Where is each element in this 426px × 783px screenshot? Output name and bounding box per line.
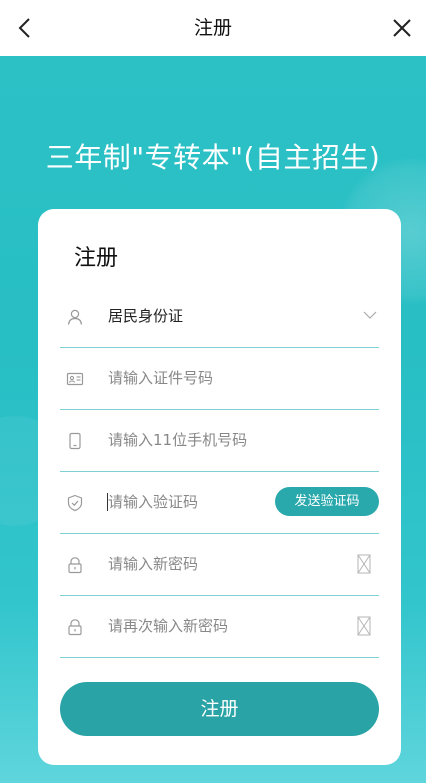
send-code-button[interactable]: 发送验证码: [275, 487, 379, 516]
page-title: 注册: [193, 17, 232, 39]
lock-icon: [68, 619, 82, 636]
user-icon: [67, 309, 83, 325]
lock-icon: [68, 557, 82, 574]
verification-code-field[interactable]: 请输入验证码 发送验证码: [60, 472, 379, 534]
verification-code-placeholder: 请输入验证码: [108, 493, 199, 511]
hero-background: 三年制"专转本"(自主招生) 注册 居民身份证 请输入证件号码 请输入11位手机…: [0, 56, 426, 783]
id-number-field[interactable]: 请输入证件号码: [60, 348, 379, 410]
phone-placeholder: 请输入11位手机号码: [108, 431, 248, 449]
id-type-value: 居民身份证: [108, 307, 184, 325]
register-card: 注册 居民身份证 请输入证件号码 请输入11位手机号码 请输入验证码 发送验证码…: [38, 209, 401, 765]
new-password-placeholder: 请输入新密码: [108, 555, 199, 573]
new-password-field[interactable]: 请输入新密码: [60, 534, 379, 596]
phone-icon: [69, 432, 81, 450]
phone-field[interactable]: 请输入11位手机号码: [60, 410, 379, 472]
chevron-down-icon[interactable]: [363, 310, 377, 320]
form-title: 注册: [74, 246, 119, 271]
shield-icon: [67, 494, 83, 512]
confirm-password-field[interactable]: 请再次输入新密码: [60, 596, 379, 658]
id-type-select[interactable]: 居民身份证: [60, 286, 379, 348]
id-card-icon: [66, 372, 84, 386]
headline: 三年制"专转本"(自主招生): [45, 141, 381, 174]
password-visibility-icon[interactable]: [357, 615, 371, 637]
close-icon[interactable]: [390, 16, 414, 40]
navbar: 注册: [0, 0, 426, 56]
password-visibility-icon[interactable]: [357, 553, 371, 575]
confirm-password-placeholder: 请再次输入新密码: [108, 617, 229, 635]
id-number-placeholder: 请输入证件号码: [108, 369, 214, 387]
register-button[interactable]: 注册: [60, 682, 379, 736]
